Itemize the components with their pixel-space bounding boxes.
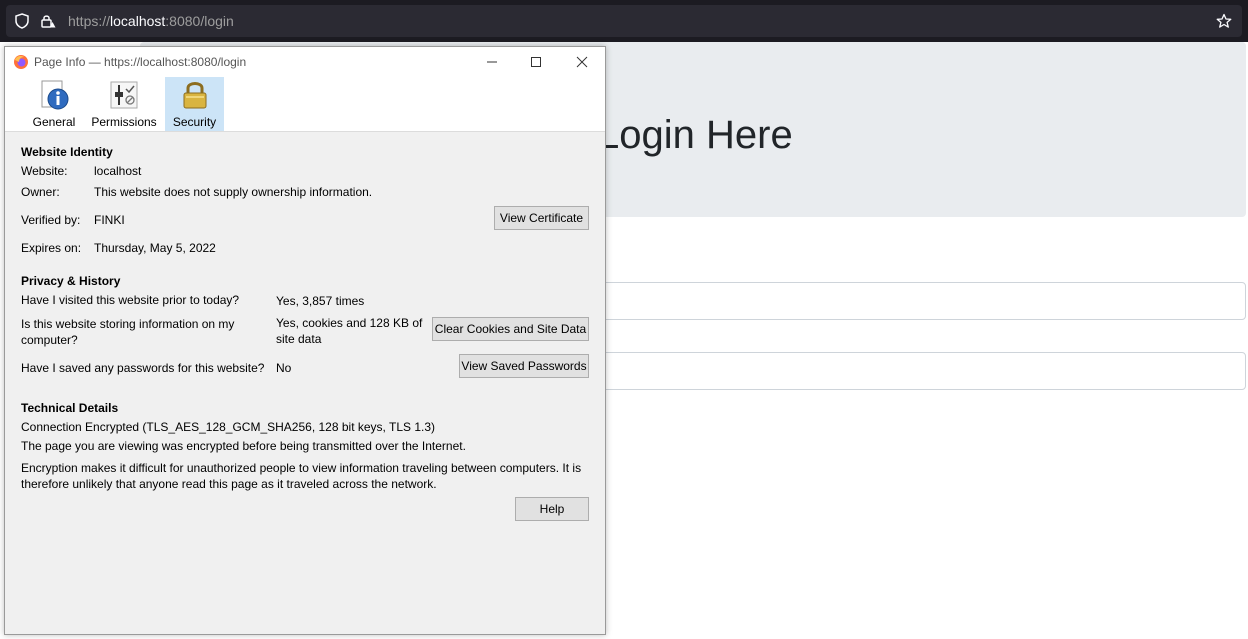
- clear-cookies-button[interactable]: Clear Cookies and Site Data: [432, 317, 589, 341]
- encrypted-note: The page you are viewing was encrypted b…: [21, 439, 466, 453]
- url-path: :8080/login: [165, 13, 234, 29]
- dialog-title: Page Info — https://localhost:8080/login: [34, 55, 247, 69]
- section-heading-identity: Website Identity: [21, 145, 113, 159]
- firefox-icon: [14, 55, 28, 69]
- section-heading-privacy: Privacy & History: [21, 274, 121, 288]
- dialog-titlebar[interactable]: Page Info — https://localhost:8080/login: [5, 47, 605, 77]
- verified-by-value: FINKI: [94, 213, 125, 227]
- password-input[interactable]: [580, 352, 1246, 390]
- minimize-icon[interactable]: [481, 51, 503, 73]
- tab-permissions[interactable]: Permissions: [91, 77, 157, 131]
- expires-value: Thursday, May 5, 2022: [94, 241, 216, 255]
- tab-label: General: [32, 115, 76, 129]
- lock-warning-icon[interactable]: [40, 13, 56, 29]
- url-host: localhost: [110, 13, 166, 29]
- owner-label: Owner:: [21, 185, 60, 199]
- permissions-icon: [110, 81, 138, 109]
- address-bar[interactable]: https://localhost:8080/login: [6, 5, 1242, 37]
- dialog-tabs: General Permissions Security: [5, 77, 605, 132]
- passwords-question: Have I saved any passwords for this webs…: [21, 361, 265, 375]
- storing-question: Is this website storing information on m…: [21, 317, 235, 347]
- connection-details: Connection Encrypted (TLS_AES_128_GCM_SH…: [21, 420, 436, 434]
- view-saved-passwords-button[interactable]: View Saved Passwords: [459, 354, 589, 378]
- tab-label: Security: [172, 115, 217, 129]
- passwords-answer: No: [276, 361, 292, 375]
- view-certificate-button[interactable]: View Certificate: [494, 206, 589, 230]
- help-button[interactable]: Help: [515, 497, 589, 521]
- owner-value: This website does not supply ownership i…: [94, 185, 373, 199]
- website-label: Website:: [21, 164, 68, 178]
- section-heading-technical: Technical Details: [21, 401, 119, 415]
- url-text[interactable]: https://localhost:8080/login: [68, 13, 234, 29]
- storing-answer: Yes, cookies and 128 KB of site data: [276, 316, 423, 346]
- url-scheme: https://: [68, 13, 111, 29]
- website-value: localhost: [94, 164, 142, 178]
- visited-question: Have I visited this website prior to tod…: [21, 293, 240, 307]
- tab-general[interactable]: General: [31, 77, 77, 131]
- expires-label: Expires on:: [21, 241, 82, 255]
- tab-security[interactable]: Security: [165, 77, 224, 131]
- padlock-icon: [183, 82, 206, 109]
- bookmark-star-icon[interactable]: [1216, 13, 1232, 29]
- page-info-dialog: Page Info — https://localhost:8080/login…: [4, 46, 606, 635]
- close-icon[interactable]: [571, 51, 593, 73]
- username-input[interactable]: [580, 282, 1246, 320]
- page-title: Login Here: [597, 113, 793, 157]
- encryption-explanation: Encryption makes it difficult for unauth…: [21, 461, 582, 491]
- maximize-icon[interactable]: [525, 51, 547, 73]
- browser-toolbar: https://localhost:8080/login: [0, 0, 1248, 42]
- tab-label: Permissions: [91, 115, 157, 129]
- verified-by-label: Verified by:: [21, 213, 81, 227]
- shield-icon[interactable]: [14, 13, 30, 29]
- info-icon: [41, 80, 69, 110]
- visited-answer: Yes, 3,857 times: [276, 294, 365, 308]
